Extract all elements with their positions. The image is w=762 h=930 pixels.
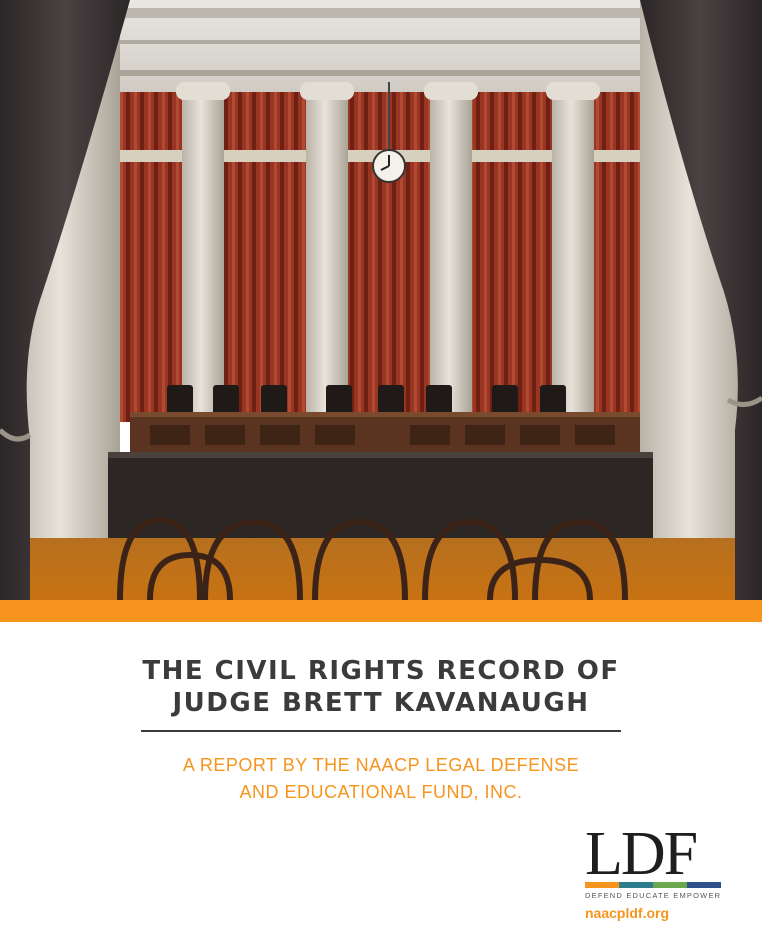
ldf-logo-tagline: DEFEND EDUCATE EMPOWER (585, 891, 722, 900)
orange-accent-band (0, 600, 762, 622)
courtroom-illustration (0, 0, 762, 600)
report-title: THE CIVIL RIGHTS RECORD OF JUDGE BRETT K… (0, 655, 762, 719)
logo-bar-green (653, 882, 687, 888)
report-subtitle: A REPORT BY THE NAACP LEGAL DEFENSE AND … (0, 752, 762, 806)
report-title-line-2: JUDGE BRETT KAVANAUGH (172, 688, 590, 718)
report-subtitle-line-2: AND EDUCATIONAL FUND, INC. (239, 782, 523, 802)
report-title-line-1: THE CIVIL RIGHTS RECORD OF (142, 656, 620, 686)
website-link[interactable]: naacpldf.org (585, 905, 669, 921)
report-subtitle-line-1: A REPORT BY THE NAACP LEGAL DEFENSE (182, 755, 580, 775)
logo-bar-teal (619, 882, 653, 888)
ldf-logo-mark: LDF (585, 820, 698, 888)
ldf-logo-color-bar (585, 882, 721, 888)
ldf-logo: LDF DEFEND EDUCATE EMPOWER (585, 820, 725, 900)
title-divider (141, 730, 621, 732)
logo-bar-orange (585, 882, 619, 888)
cover-photo (0, 0, 762, 600)
logo-bar-blue (687, 882, 721, 888)
